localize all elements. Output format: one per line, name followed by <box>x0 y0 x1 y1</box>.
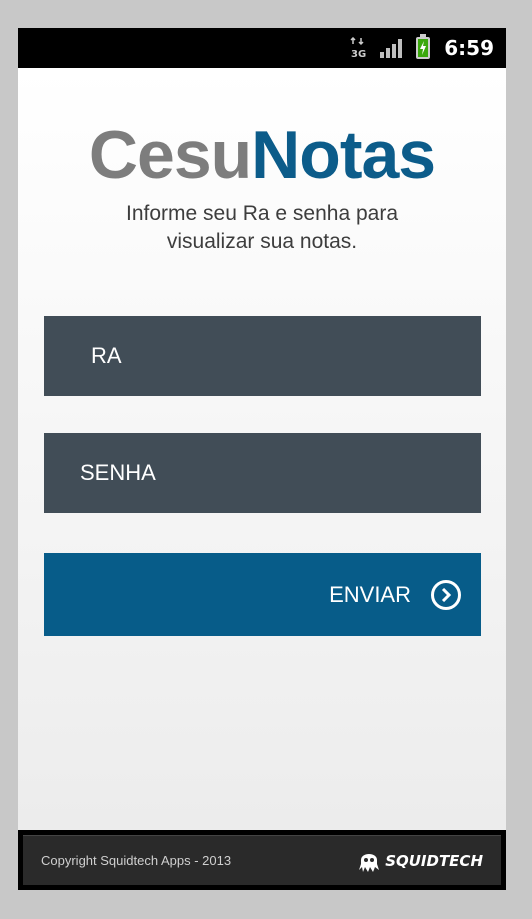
signal-icon <box>380 38 403 58</box>
device-frame: 3G 6:59 CesuNotas Informe seu Ra e senha… <box>18 28 506 890</box>
submit-button[interactable]: ENVIAR <box>44 553 481 636</box>
status-bar: 3G 6:59 <box>18 28 506 68</box>
svg-text:3G: 3G <box>351 49 366 59</box>
squid-icon <box>359 853 380 872</box>
app-logo: CesuNotas <box>18 116 506 194</box>
clock: 6:59 <box>444 36 494 60</box>
footer: Copyright Squidtech Apps - 2013 SQUIDTEC… <box>18 830 506 890</box>
submit-label: ENVIAR <box>329 581 411 607</box>
password-placeholder: SENHA <box>80 460 156 485</box>
battery-charging-icon <box>416 34 431 59</box>
ra-placeholder: RA <box>91 343 122 368</box>
brand-part-cesu: Cesu <box>88 117 252 193</box>
brand-part-notas: Notas <box>251 117 436 193</box>
squidtech-logo: SQUIDTECH <box>357 848 483 874</box>
copyright-text: Copyright Squidtech Apps - 2013 <box>41 853 232 868</box>
ra-input[interactable]: RA <box>44 316 481 396</box>
instructions-line-2: visualizar sua notas. <box>166 230 358 253</box>
login-screen: CesuNotas Informe seu Ra e senha para vi… <box>18 68 506 830</box>
chevron-right-circle-icon <box>431 579 461 610</box>
password-input[interactable]: SENHA <box>44 433 481 513</box>
network-3g-icon: 3G <box>350 36 366 60</box>
instructions-line-1: Informe seu Ra e senha para <box>126 202 398 225</box>
instructions-text: Informe seu Ra e senha para visualizar s… <box>58 200 466 256</box>
logo-text: SQUIDTECH <box>385 851 483 870</box>
